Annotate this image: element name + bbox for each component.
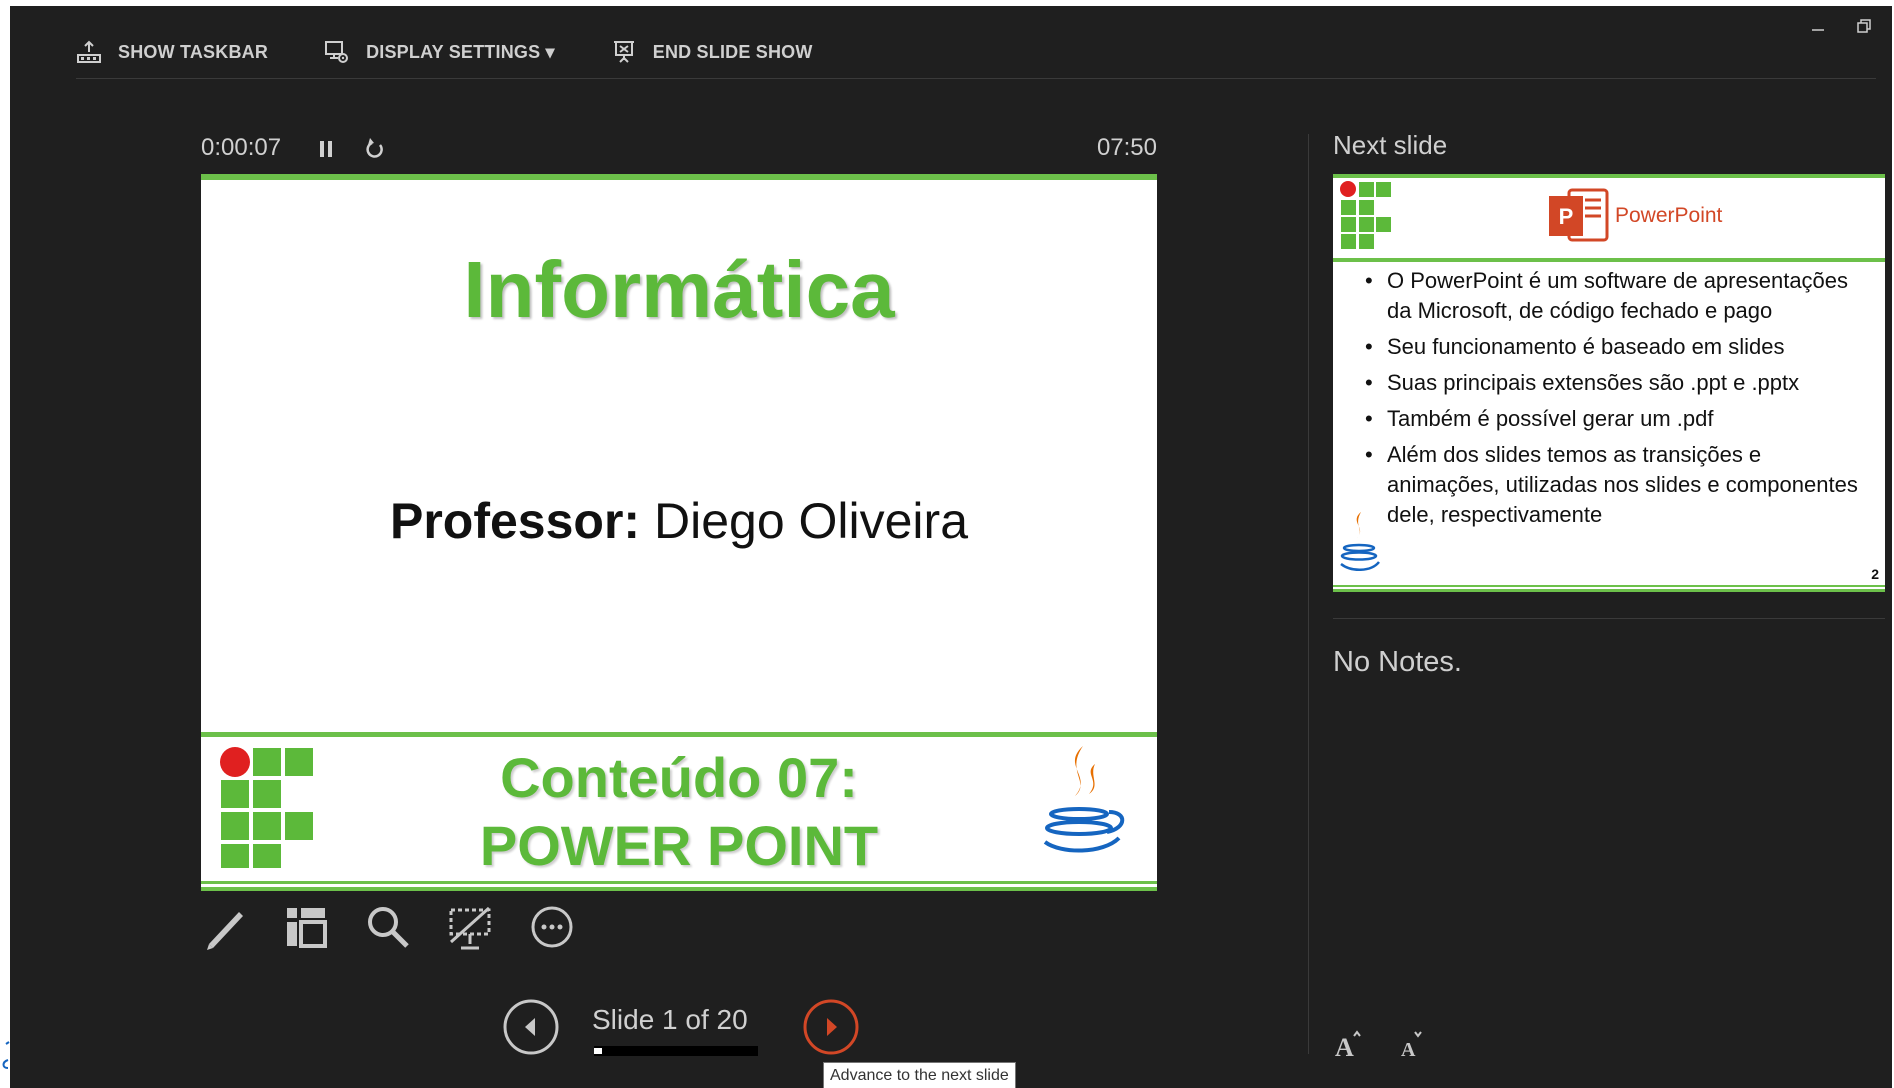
slide-tools (201, 904, 575, 950)
notes-divider (1333, 618, 1885, 619)
black-screen-button[interactable] (447, 904, 493, 950)
end-show-icon (613, 41, 634, 63)
slide-footer: Conteúdo 07: POWER POINT (201, 732, 1157, 891)
next-slide-preview[interactable]: P PowerPoint O PowerPoint é um software … (1333, 174, 1885, 592)
toolbar-divider (76, 78, 1876, 79)
next-slide-label: Next slide (1333, 130, 1448, 160)
powerpoint-wordmark: PowerPoint (1615, 204, 1723, 227)
svg-text:P: P (1559, 204, 1574, 229)
professor-name: Diego Oliveira (653, 493, 968, 549)
footer-bottom-rule (201, 881, 1157, 891)
footer-title-line1: Conteúdo 07: (500, 746, 858, 809)
svg-text:A: A (1335, 1033, 1354, 1060)
elapsed-timer: 0:00:07 (201, 134, 282, 161)
powerpoint-logo-icon: P (1549, 188, 1609, 242)
more-options-button[interactable] (529, 904, 575, 950)
slide-title: Informática (463, 245, 895, 334)
display-settings-label: DISPLAY SETTINGS ▾ (366, 41, 555, 62)
next-slide-java-logo-icon (1340, 512, 1380, 571)
show-taskbar-button[interactable]: SHOW TASKBAR (76, 39, 268, 65)
slide-top-rule (201, 174, 1157, 180)
next-slide-bullets: O PowerPoint é um software de apresentaç… (1365, 266, 1875, 536)
font-size-controls: A A (1333, 1030, 1427, 1060)
slide-counter: Slide 1 of 20 (592, 1004, 748, 1035)
bullet-item: O PowerPoint é um software de apresentaç… (1365, 266, 1875, 326)
pane-divider[interactable] (1308, 134, 1309, 1054)
pen-tool-button[interactable] (201, 904, 247, 950)
presenter-toolbar: SHOW TASKBAR DISPLAY SETTINGS ▾ END SLID… (76, 28, 869, 76)
more-options-icon (531, 906, 573, 948)
timer-row: 0:00:07 07:50 (201, 130, 1157, 166)
end-slide-show-button[interactable]: END SLIDE SHOW (611, 39, 813, 65)
edge-fragment (2, 1041, 10, 1069)
speaker-notes[interactable]: No Notes. (1333, 646, 1462, 679)
clock: 07:50 (1096, 134, 1157, 161)
next-slide-if-logo-icon (1340, 181, 1391, 249)
zoom-icon (368, 907, 409, 948)
professor-label: Professor: (390, 493, 641, 549)
reset-icon[interactable] (363, 136, 387, 162)
font-increase-icon[interactable]: A (1333, 1030, 1363, 1060)
footer-title-line2: POWER POINT (479, 814, 879, 877)
next-slide-header-rule (1333, 258, 1885, 262)
slide-progress-bar[interactable] (594, 1046, 758, 1056)
next-slide-page-number: 2 (1871, 566, 1879, 582)
bullet-item: Além dos slides temos as transições e an… (1365, 440, 1875, 530)
display-settings-icon (325, 41, 349, 63)
presenter-view: SHOW TASKBAR DISPLAY SETTINGS ▾ END SLID… (10, 6, 1892, 1088)
footer-title: Conteúdo 07: POWER POINT (201, 744, 1157, 880)
slide-progress-fill (594, 1048, 603, 1054)
font-decrease-icon[interactable]: A (1397, 1030, 1427, 1060)
next-slide-button[interactable] (802, 998, 860, 1056)
next-slide-bottom-rule (1333, 585, 1885, 592)
next-slide-tooltip: Advance to the next slide (823, 1062, 1016, 1088)
previous-slide-button[interactable] (502, 998, 560, 1056)
display-settings-button[interactable]: DISPLAY SETTINGS ▾ (324, 39, 555, 65)
bullet-item: Também é possível gerar um .pdf (1365, 404, 1875, 434)
show-taskbar-label: SHOW TASKBAR (118, 41, 269, 62)
window-controls (1810, 18, 1872, 34)
see-all-slides-button[interactable] (283, 904, 329, 950)
restore-icon[interactable] (1856, 18, 1872, 34)
java-logo-icon (1043, 746, 1125, 853)
bullet-item: Suas principais extensões são .ppt e .pp… (1365, 368, 1875, 398)
end-slide-show-label: END SLIDE SHOW (652, 41, 813, 62)
zoom-button[interactable] (365, 904, 411, 950)
black-screen-icon (449, 906, 491, 950)
current-slide[interactable]: Informática Professor: Diego Oliveira Co… (201, 174, 1157, 891)
bullet-item: Seu funcionamento é baseado em slides (1365, 332, 1875, 362)
minimize-icon[interactable] (1810, 18, 1826, 34)
slide-navigation: Slide 1 of 20 (502, 994, 862, 1064)
next-slide-top-rule (1333, 174, 1885, 178)
pen-icon (207, 912, 243, 950)
taskbar-icon (77, 40, 101, 63)
pause-icon[interactable] (315, 138, 337, 160)
slide-professor: Professor: Diego Oliveira (201, 492, 1157, 550)
svg-text:A: A (1401, 1039, 1416, 1060)
footer-top-rule (201, 732, 1157, 737)
slides-grid-icon (287, 908, 327, 948)
